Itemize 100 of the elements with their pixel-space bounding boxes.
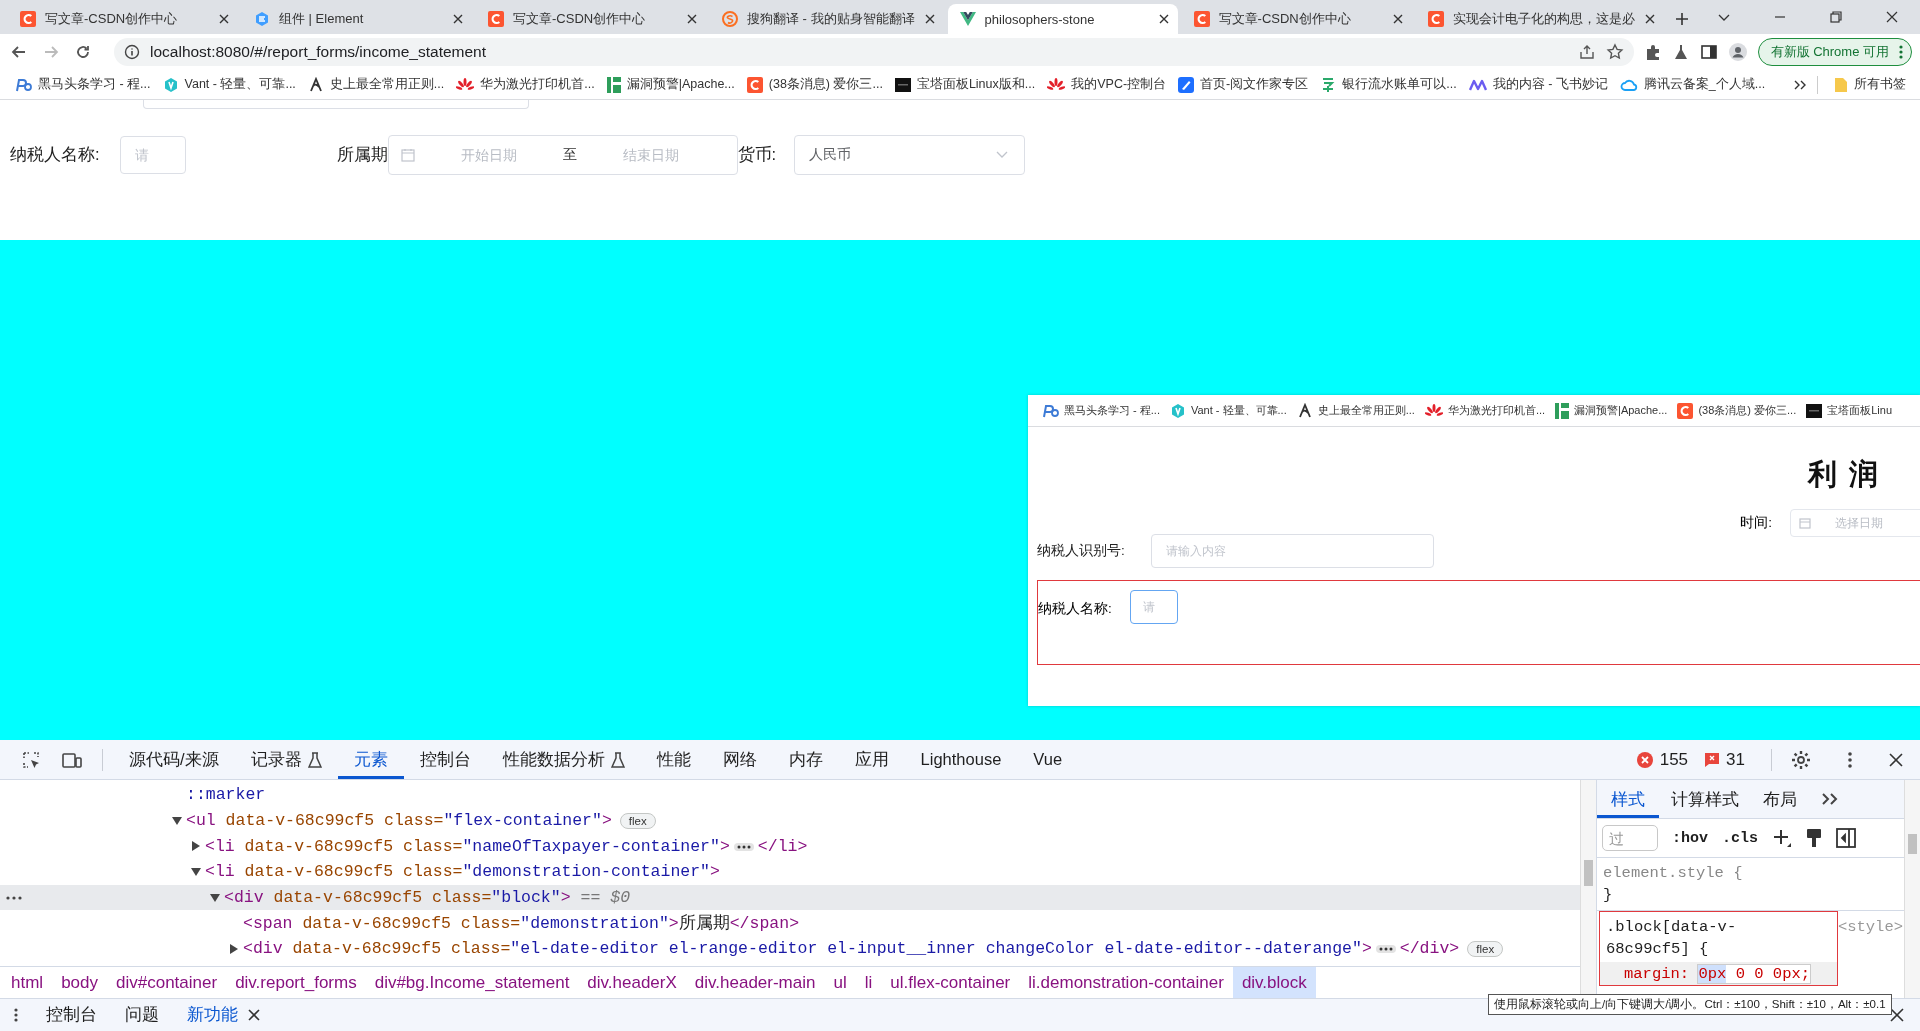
panel-tab[interactable]: Vue [1017, 740, 1079, 779]
currency-select[interactable]: 人民币 [794, 135, 1026, 175]
settings-icon[interactable] [1790, 748, 1812, 771]
bookmark[interactable]: Vant - 轻量、可靠... [156, 72, 302, 97]
close-icon[interactable] [1888, 751, 1904, 768]
close-icon[interactable] [452, 13, 464, 25]
start-date-field[interactable]: 开始日期 [422, 146, 555, 164]
inspect-icon[interactable] [22, 750, 42, 769]
panel-tab[interactable]: 元素 [337, 740, 404, 779]
styles-tab[interactable]: 计算样式 [1659, 780, 1751, 818]
new-tab-icon[interactable] [1673, 11, 1690, 27]
breadcrumb[interactable]: div.report_forms [226, 967, 366, 998]
expanded-triangle-icon[interactable] [172, 815, 182, 826]
bookmark[interactable]: 史上最全常用正则... [1291, 398, 1420, 423]
breadcrumb[interactable]: div.headerX [578, 967, 686, 998]
breadcrumb[interactable]: body [52, 967, 107, 998]
css-declaration[interactable]: margin: 0px 0 0 0px; [1600, 962, 1837, 985]
star-icon[interactable] [1605, 43, 1624, 61]
close-icon[interactable] [1391, 13, 1404, 25]
browser-tab[interactable]: 写文章-CSDN创作中心 [1181, 4, 1412, 34]
panel-tab[interactable]: 源代码/来源 [113, 740, 235, 779]
bookmark[interactable]: 首页-阅文作家专区 [1172, 72, 1315, 97]
taxpayer-id-field[interactable]: 请输入内容 [1150, 534, 1434, 568]
breadcrumb[interactable]: ul [824, 967, 856, 998]
dom-node[interactable]: <span data-v-68c99cf5 class="demonstration">所属期</span> [0, 910, 1580, 937]
breadcrumb[interactable]: div#bg.Income_statement [365, 967, 579, 998]
reload-icon[interactable] [74, 43, 92, 61]
bookmark-folder[interactable]: 所有书签 [1828, 72, 1912, 97]
close-icon[interactable] [1643, 13, 1656, 25]
browser-tab[interactable]: 写文章-CSDN创作中心 [476, 4, 706, 34]
expanded-triangle-icon[interactable] [210, 892, 220, 903]
panel-tab[interactable]: 内存 [772, 740, 839, 779]
layout-badge[interactable]: flex [1467, 940, 1504, 957]
close-icon[interactable] [248, 1009, 260, 1021]
close-icon[interactable] [218, 13, 230, 25]
more-icon[interactable] [14, 1007, 18, 1023]
breadcrumb[interactable]: li [855, 967, 882, 998]
name-field[interactable]: 请 [1129, 590, 1178, 624]
close-icon[interactable] [686, 13, 698, 25]
hover-state-toggle[interactable]: :hov [1672, 829, 1708, 847]
date-field[interactable]: 选择日期 [1833, 515, 1920, 531]
panel-tab[interactable]: 控制台 [403, 740, 487, 779]
browser-tab[interactable]: 实现会计电子化的构思，这是必 [1415, 4, 1664, 34]
filter-field[interactable]: 过 [1602, 825, 1658, 851]
bookmark[interactable]: (38条消息) 爱你三... [1672, 398, 1802, 423]
dom-node[interactable]: ::marker [0, 782, 1580, 808]
bookmark[interactable]: 华为激光打印机首... [450, 72, 601, 97]
side-panel-icon[interactable] [1699, 43, 1718, 61]
bookmark[interactable]: 漏洞预警|Apache... [600, 72, 741, 97]
dom-node[interactable]: <li data-v-68c99cf5 class="demonstration-container"> [0, 859, 1580, 885]
date-picker[interactable]: 选择日期 [1790, 509, 1920, 537]
drawer-tab[interactable]: 问题 [111, 999, 173, 1031]
panel-tab[interactable]: Lighthouse [904, 740, 1018, 779]
date-range-picker[interactable]: 开始日期 至 结束日期 [387, 135, 738, 175]
bookmark[interactable]: 银行流水账单可以... [1314, 72, 1463, 97]
close-icon[interactable] [923, 13, 936, 25]
collapsed-triangle-icon[interactable] [229, 943, 239, 954]
drawer-tab[interactable]: 控制台 [32, 999, 111, 1031]
more-bookmarks-icon[interactable] [1793, 78, 1807, 91]
bookmark[interactable]: 宝塔面板Linu [1801, 398, 1897, 423]
update-button[interactable]: 有新版 Chrome 可用 [1757, 38, 1912, 66]
dom-node[interactable]: <div data-v-68c99cf5 class="block"> == $0 [0, 884, 1580, 911]
breadcrumb[interactable]: html [2, 967, 53, 998]
bookmark[interactable]: 我的内容 - 飞书妙记 [1462, 72, 1614, 97]
avatar-icon[interactable] [1727, 42, 1748, 62]
class-toggle[interactable]: .cls [1722, 829, 1759, 847]
breadcrumb[interactable]: div#container [107, 967, 227, 998]
close-icon[interactable] [1890, 1008, 1904, 1022]
close-icon[interactable] [1157, 13, 1170, 25]
browser-tab[interactable]: philosophers-stone [947, 4, 1178, 34]
end-date-field[interactable]: 结束日期 [584, 146, 717, 164]
share-icon[interactable] [1577, 43, 1596, 61]
bookmark[interactable]: 史上最全常用正则... [301, 72, 451, 97]
more-icon[interactable] [1899, 44, 1903, 60]
browser-tab[interactable]: 组件 | Element [242, 4, 472, 34]
sidebar-toggle-icon[interactable] [1836, 828, 1857, 848]
new-rule-icon[interactable] [1772, 828, 1793, 848]
styles-tab[interactable]: 布局 [1751, 780, 1809, 818]
breadcrumb[interactable]: div.block [1232, 967, 1316, 998]
bookmark[interactable]: Vant - 轻量、可靠... [1164, 398, 1292, 423]
bookmark[interactable]: (38条消息) 爱你三... [740, 72, 889, 97]
collapsed-triangle-icon[interactable] [191, 841, 201, 852]
breadcrumb[interactable]: li.demonstration-container [1019, 967, 1233, 998]
more-icon[interactable] [1848, 750, 1852, 769]
breadcrumb[interactable]: ul.flex-container [881, 967, 1020, 998]
browser-tab[interactable]: 写文章-CSDN创作中心 [8, 4, 238, 34]
layout-badge[interactable]: flex [619, 812, 656, 829]
panel-tab[interactable]: 性能 [640, 740, 707, 779]
paint-brush-icon[interactable] [1806, 828, 1823, 848]
bookmark[interactable]: 腾讯云备案_个人域... [1613, 72, 1772, 97]
styles-tab[interactable]: 样式 [1597, 780, 1659, 818]
close-icon[interactable] [1884, 9, 1900, 25]
drawer-tab[interactable]: 新功能 [173, 999, 274, 1031]
panel-tab[interactable]: 网络 [706, 740, 773, 779]
bookmark[interactable]: 黑马头条学习 - 程... [1036, 398, 1165, 423]
bookmark[interactable]: 黑马头条学习 - 程... [8, 72, 157, 97]
error-counter[interactable]: 155 [1635, 749, 1689, 770]
more-tabs-icon[interactable] [1821, 792, 1839, 806]
panel-tab[interactable]: 记录器 [234, 740, 338, 779]
restore-icon[interactable] [1828, 9, 1844, 25]
